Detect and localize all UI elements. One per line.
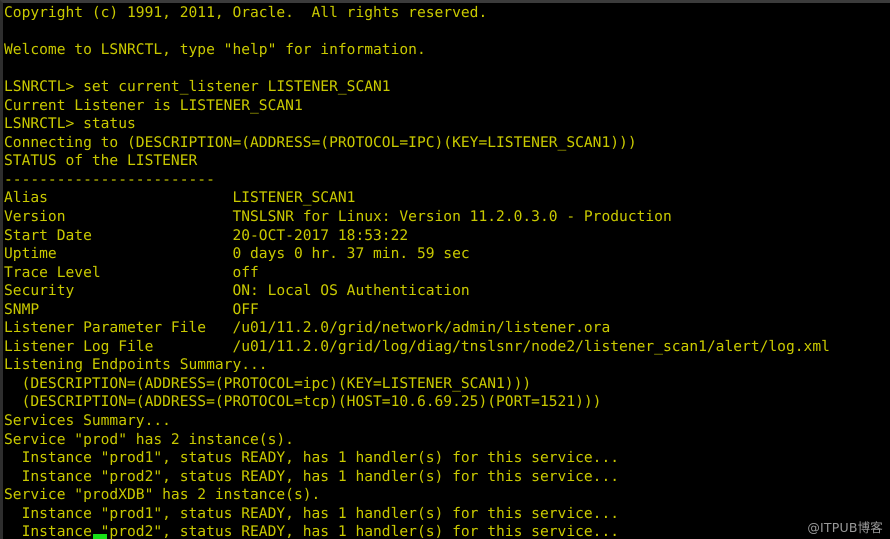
terminal-line: STATUS of the LISTENER [4, 152, 198, 170]
terminal-line: Services Summary... [4, 412, 171, 430]
terminal-line: Welcome to LSNRCTL, type "help" for info… [4, 41, 426, 59]
watermark-label: @ITPUB博客 [807, 520, 883, 535]
terminal-line: SNMP OFF [4, 300, 259, 318]
terminal-line: LSNRCTL> set current_listener LISTENER_S… [4, 78, 391, 96]
terminal-line: LSNRCTL> status [4, 115, 136, 133]
terminal-line: Service "prod" has 2 instance(s). [4, 430, 294, 448]
terminal-line: Alias LISTENER_SCAN1 [4, 189, 356, 207]
terminal-line: Instance "prod1", status READY, has 1 ha… [4, 449, 620, 467]
terminal-line: Connecting to (DESCRIPTION=(ADDRESS=(PRO… [4, 133, 637, 151]
text-cursor [93, 534, 107, 539]
terminal-line: Uptime 0 days 0 hr. 37 min. 59 sec [4, 245, 470, 263]
terminal-line: (DESCRIPTION=(ADDRESS=(PROTOCOL=tcp)(HOS… [4, 393, 602, 411]
terminal-line: Current Listener is LISTENER_SCAN1 [4, 96, 303, 114]
terminal-line: Listener Parameter File /u01/11.2.0/grid… [4, 319, 611, 337]
terminal-line: Instance "prod2", status READY, has 1 ha… [4, 523, 620, 539]
terminal-line: Security ON: Local OS Authentication [4, 282, 470, 300]
terminal-line: Start Date 20-OCT-2017 18:53:22 [4, 226, 409, 244]
terminal-line: ------------------------ [4, 170, 215, 188]
terminal-window[interactable]: Copyright (c) 1991, 2011, Oracle. All ri… [0, 0, 890, 539]
terminal-line: Trace Level off [4, 263, 259, 281]
terminal-line: Listening Endpoints Summary... [4, 356, 268, 374]
terminal-line: Listener Log File /u01/11.2.0/grid/log/d… [4, 337, 830, 355]
terminal-line: Instance "prod2", status READY, has 1 ha… [4, 467, 620, 485]
terminal-line: Instance "prod1", status READY, has 1 ha… [4, 504, 620, 522]
terminal-line: Service "prodXDB" has 2 instance(s). [4, 486, 321, 504]
terminal-line: Version TNSLSNR for Linux: Version 11.2.… [4, 208, 672, 226]
terminal-line: (DESCRIPTION=(ADDRESS=(PROTOCOL=ipc)(KEY… [4, 374, 532, 392]
terminal-output[interactable]: Copyright (c) 1991, 2011, Oracle. All ri… [3, 3, 890, 539]
terminal-line: Copyright (c) 1991, 2011, Oracle. All ri… [4, 4, 488, 21]
